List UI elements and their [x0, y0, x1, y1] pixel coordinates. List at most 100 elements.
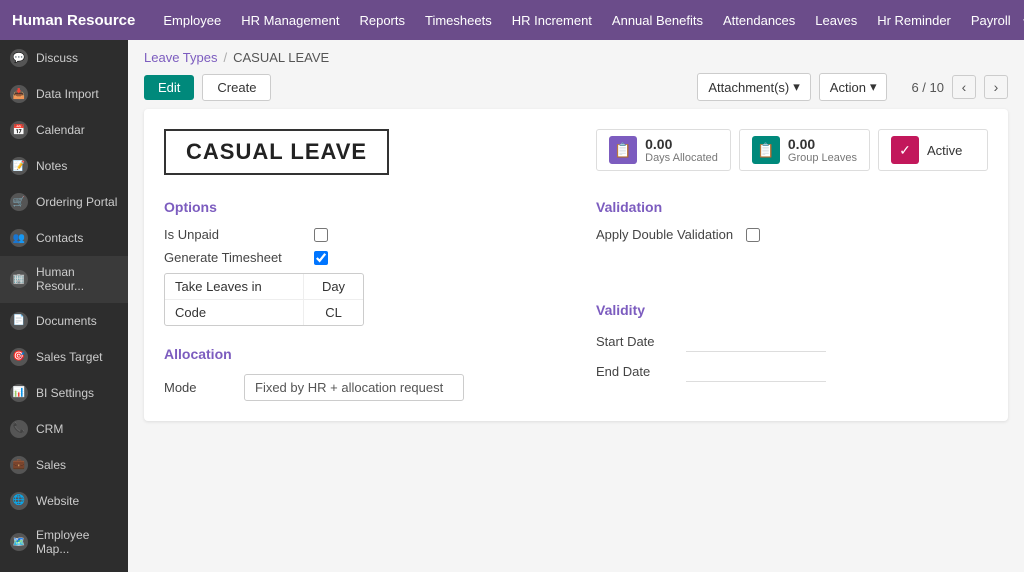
sidebar-label-calendar: Calendar	[36, 123, 85, 137]
sidebar-icon-contacts: 👥	[10, 229, 28, 247]
take-leaves-label: Take Leaves in	[165, 274, 303, 299]
stat-group-leaves: 📋 0.00 Group Leaves	[739, 129, 870, 171]
sidebar-item-human-resource[interactable]: 🏢 Human Resour...	[0, 256, 128, 303]
nav-link-nav-reports[interactable]: Reports	[351, 7, 413, 34]
action-chevron-icon: ▾	[870, 79, 877, 95]
nav-link-nav-leaves[interactable]: Leaves	[807, 7, 865, 34]
end-date-label: End Date	[596, 364, 686, 379]
sidebar-item-discuss[interactable]: 💬 Discuss	[0, 40, 128, 76]
end-date-input[interactable]	[686, 360, 826, 382]
sidebar-icon-human-resource: 🏢	[10, 270, 28, 288]
edit-button[interactable]: Edit	[144, 75, 194, 100]
prev-button[interactable]: ‹	[952, 75, 976, 99]
leaves-table: Take Leaves in Day Code CL	[164, 273, 364, 326]
validation-title: Validation	[596, 199, 988, 215]
table-row-2: Code CL	[165, 300, 363, 325]
generate-timesheet-checkbox[interactable]	[314, 251, 328, 265]
apply-double-validation-checkbox[interactable]	[746, 228, 760, 242]
breadcrumb-parent[interactable]: Leave Types	[144, 50, 217, 65]
action-bar: Edit Create Attachment(s) ▾ Action ▾ 6 /…	[128, 65, 1024, 109]
sidebar-icon-documents: 📄	[10, 312, 28, 330]
days-allocated-value: 0.00	[645, 136, 718, 152]
is-unpaid-checkbox[interactable]	[314, 228, 328, 242]
form-card: CASUAL LEAVE 📋 0.00 Days Allocated 📋 0.0…	[144, 109, 1008, 421]
sidebar-item-contacts[interactable]: 👥 Contacts	[0, 220, 128, 256]
sidebar-item-global-search[interactable]: 🔍 Global Search	[0, 566, 128, 572]
mode-value: Fixed by HR + allocation request	[244, 374, 464, 401]
options-title: Options	[164, 199, 556, 215]
breadcrumb: Leave Types / CASUAL LEAVE	[128, 40, 1024, 65]
sidebar-item-website[interactable]: 🌐 Website	[0, 483, 128, 519]
sidebar-label-contacts: Contacts	[36, 231, 83, 245]
group-leaves-label: Group Leaves	[788, 152, 857, 164]
allocation-title: Allocation	[164, 346, 556, 362]
attachments-button[interactable]: Attachment(s) ▾	[697, 73, 810, 101]
sidebar-icon-sales-target: 🎯	[10, 348, 28, 366]
sidebar-label-data-import: Data Import	[36, 87, 99, 101]
next-button[interactable]: ›	[984, 75, 1008, 99]
sidebar-item-sales[interactable]: 💼 Sales	[0, 447, 128, 483]
start-date-input[interactable]	[686, 330, 826, 352]
active-icon: ✓	[891, 136, 919, 164]
attachments-chevron-icon: ▾	[793, 79, 800, 95]
sidebar-item-employee-map[interactable]: 🗺️ Employee Map...	[0, 519, 128, 566]
sidebar-label-ordering-portal: Ordering Portal	[36, 195, 117, 209]
mode-label: Mode	[164, 380, 244, 395]
nav-link-nav-attendances[interactable]: Attendances	[715, 7, 803, 34]
sidebar-label-employee-map: Employee Map...	[36, 528, 118, 557]
is-unpaid-label: Is Unpaid	[164, 227, 314, 242]
nav-link-nav-payroll[interactable]: Payroll	[963, 7, 1019, 34]
sidebar-item-ordering-portal[interactable]: 🛒 Ordering Portal	[0, 184, 128, 220]
nav-link-nav-hr-management[interactable]: HR Management	[233, 7, 347, 34]
sidebar-item-documents[interactable]: 📄 Documents	[0, 303, 128, 339]
days-allocated-icon: 📋	[609, 136, 637, 164]
sidebar-label-human-resource: Human Resour...	[36, 265, 118, 294]
stat-active: ✓ Active	[878, 129, 988, 171]
nav-link-nav-timesheets[interactable]: Timesheets	[417, 7, 500, 34]
start-date-label: Start Date	[596, 334, 686, 349]
nav-link-nav-annual-benefits[interactable]: Annual Benefits	[604, 7, 711, 34]
group-leaves-icon: 📋	[752, 136, 780, 164]
sidebar-icon-sales: 💼	[10, 456, 28, 474]
sidebar-label-sales: Sales	[36, 458, 66, 472]
right-section: Validation Apply Double Validation Valid…	[596, 199, 988, 401]
table-row-1: Take Leaves in Day	[165, 274, 363, 300]
sidebar-icon-website: 🌐	[10, 492, 28, 510]
sidebar-item-data-import[interactable]: 📥 Data Import	[0, 76, 128, 112]
add-nav-button[interactable]: +	[1019, 6, 1024, 35]
sidebar-label-bi-settings: BI Settings	[36, 386, 94, 400]
days-allocated-label: Days Allocated	[645, 152, 718, 164]
app-brand: Human Resource	[12, 12, 135, 29]
validity-title: Validity	[596, 302, 988, 318]
sidebar-item-calendar[interactable]: 📅 Calendar	[0, 112, 128, 148]
mode-row: Mode Fixed by HR + allocation request	[164, 374, 556, 401]
stat-days-allocated: 📋 0.00 Days Allocated	[596, 129, 731, 171]
sidebar-label-discuss: Discuss	[36, 51, 78, 65]
sidebar-item-notes[interactable]: 📝 Notes	[0, 148, 128, 184]
create-button[interactable]: Create	[202, 74, 271, 101]
sidebar: 💬 Discuss 📥 Data Import 📅 Calendar 📝 Not…	[0, 40, 128, 572]
sidebar-item-sales-target[interactable]: 🎯 Sales Target	[0, 339, 128, 375]
leave-stats: 📋 0.00 Days Allocated 📋 0.00 Group Leave…	[596, 129, 988, 171]
left-section: Options Is Unpaid Generate Timesheet Tak…	[164, 199, 556, 401]
action-label: Action	[830, 80, 866, 95]
nav-link-nav-hr-increment[interactable]: HR Increment	[504, 7, 600, 34]
breadcrumb-current: CASUAL LEAVE	[233, 50, 329, 65]
nav-link-nav-hr-reminder[interactable]: Hr Reminder	[869, 7, 959, 34]
sidebar-label-crm: CRM	[36, 422, 63, 436]
action-button[interactable]: Action ▾	[819, 73, 888, 101]
breadcrumb-separator: /	[223, 50, 227, 65]
sidebar-item-bi-settings[interactable]: 📊 BI Settings	[0, 375, 128, 411]
sidebar-icon-calendar: 📅	[10, 121, 28, 139]
main-layout: 💬 Discuss 📥 Data Import 📅 Calendar 📝 Not…	[0, 40, 1024, 572]
sidebar-item-crm[interactable]: 📞 CRM	[0, 411, 128, 447]
nav-link-nav-employee[interactable]: Employee	[155, 7, 229, 34]
sidebar-label-sales-target: Sales Target	[36, 350, 103, 364]
form-body: Options Is Unpaid Generate Timesheet Tak…	[164, 199, 988, 401]
code-label: Code	[165, 300, 303, 325]
generate-timesheet-label: Generate Timesheet	[164, 250, 314, 265]
apply-double-validation-label: Apply Double Validation	[596, 227, 746, 242]
end-date-row: End Date	[596, 360, 988, 382]
leave-title: CASUAL LEAVE	[164, 129, 389, 175]
sidebar-icon-employee-map: 🗺️	[10, 533, 28, 551]
